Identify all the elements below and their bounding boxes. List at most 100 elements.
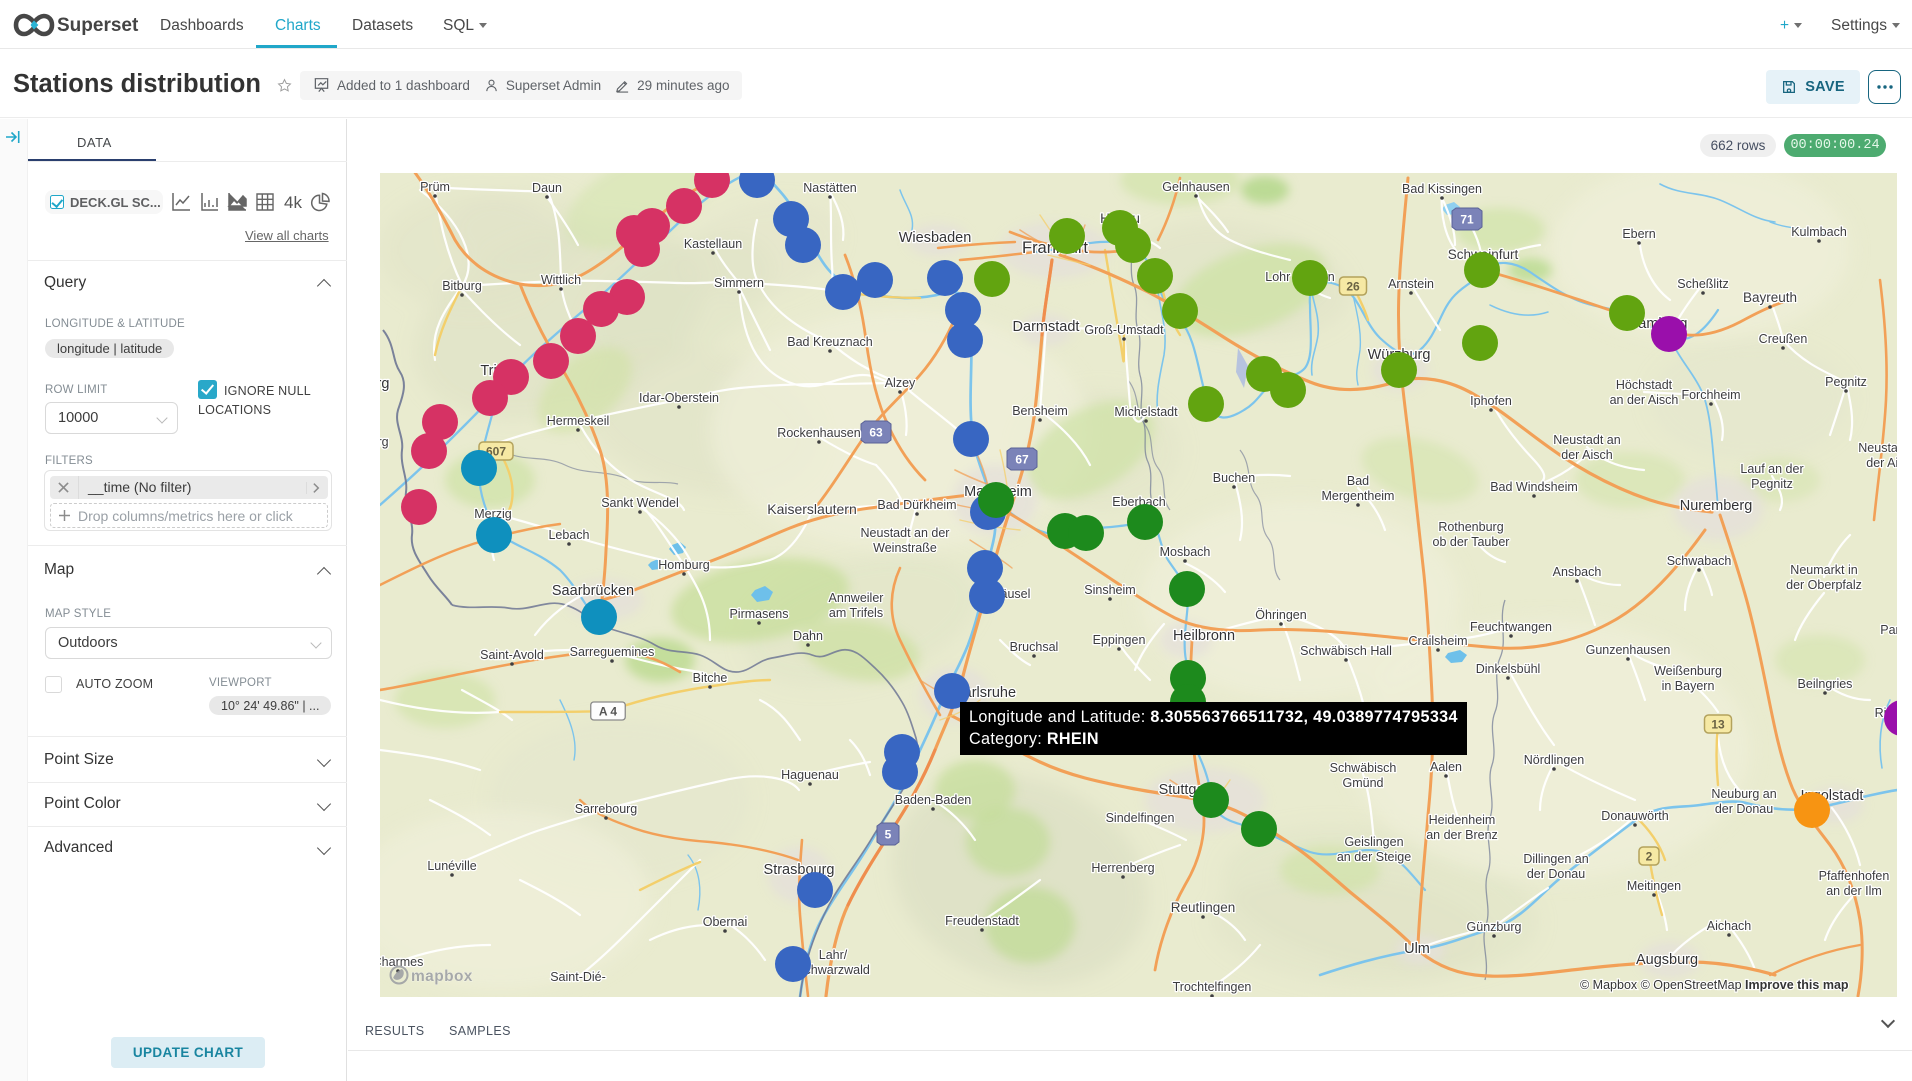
svg-text:Eppingen: Eppingen xyxy=(1093,633,1146,647)
svg-text:Geislingen: Geislingen xyxy=(1344,835,1403,849)
svg-text:Rothenburg: Rothenburg xyxy=(1438,520,1503,534)
svg-text:der Aisch: der Aisch xyxy=(1866,456,1897,470)
svg-text:Bruchsal: Bruchsal xyxy=(1010,640,1059,654)
svg-text:Kastellaun: Kastellaun xyxy=(684,237,742,251)
svg-text:Sarreguemines: Sarreguemines xyxy=(570,645,655,659)
svg-text:Pfaffenhofen: Pfaffenhofen xyxy=(1819,869,1890,883)
svg-text:Simmern: Simmern xyxy=(714,276,764,290)
svg-text:Groß-Umstadt: Groß-Umstadt xyxy=(1084,323,1164,337)
svg-text:Alzey: Alzey xyxy=(885,376,916,390)
svg-text:Crailsheim: Crailsheim xyxy=(1408,634,1467,648)
svg-text:Pirmasens: Pirmasens xyxy=(729,607,788,621)
svg-text:Buchen: Buchen xyxy=(1213,471,1255,485)
svg-text:Bad Kissingen: Bad Kissingen xyxy=(1402,182,1482,196)
svg-text:67: 67 xyxy=(1015,453,1029,467)
svg-text:Schwäbisch: Schwäbisch xyxy=(1330,761,1397,775)
svg-text:Prüm: Prüm xyxy=(420,180,450,194)
svg-text:Schwabach: Schwabach xyxy=(1667,554,1732,568)
svg-text:© Mapbox © OpenStreetMap Impro: © Mapbox © OpenStreetMap Improve this ma… xyxy=(1580,978,1849,992)
svg-text:Kaiserslautern: Kaiserslautern xyxy=(767,501,857,517)
svg-text:an der Ilm: an der Ilm xyxy=(1826,884,1882,898)
svg-text:Dinkelsbühl: Dinkelsbühl xyxy=(1476,662,1541,676)
svg-text:der Donau: der Donau xyxy=(1715,802,1773,816)
svg-text:der Oberpfalz: der Oberpfalz xyxy=(1786,578,1862,592)
svg-text:Par: Par xyxy=(1880,623,1897,637)
svg-text:26: 26 xyxy=(1346,280,1360,294)
svg-text:Pegnitz: Pegnitz xyxy=(1825,375,1867,389)
svg-text:Hermeskeil: Hermeskeil xyxy=(547,414,610,428)
svg-text:Kulmbach: Kulmbach xyxy=(1791,225,1847,239)
svg-text:Neumarkt in: Neumarkt in xyxy=(1790,563,1857,577)
svg-text:Sankt Wendel: Sankt Wendel xyxy=(601,496,679,510)
svg-text:13: 13 xyxy=(1711,718,1725,732)
svg-text:Meitingen: Meitingen xyxy=(1627,879,1681,893)
svg-text:Reutlingen: Reutlingen xyxy=(1171,900,1236,915)
svg-text:der Aisch: der Aisch xyxy=(1561,448,1612,462)
svg-text:Neustadt an der: Neustadt an der xyxy=(861,526,950,540)
svg-text:am Trifels: am Trifels xyxy=(829,606,883,620)
svg-text:Günzburg: Günzburg xyxy=(1467,920,1522,934)
svg-text:Pegnitz: Pegnitz xyxy=(1751,477,1793,491)
svg-text:Lebach: Lebach xyxy=(548,528,589,542)
svg-text:Daun: Daun xyxy=(532,181,562,195)
svg-text:Neustadt an: Neustadt an xyxy=(1553,433,1620,447)
svg-text:Lauf an der: Lauf an der xyxy=(1740,462,1803,476)
svg-text:Mosbach: Mosbach xyxy=(1160,545,1211,559)
svg-text:Annweiler: Annweiler xyxy=(829,591,884,605)
svg-text:Saint-Dié-: Saint-Dié- xyxy=(550,970,606,984)
svg-text:Dahn: Dahn xyxy=(793,629,823,643)
svg-text:Dillingen an: Dillingen an xyxy=(1523,852,1588,866)
svg-text:Homburg: Homburg xyxy=(658,558,709,572)
svg-text:Lunéville: Lunéville xyxy=(427,859,476,873)
svg-text:ob der Tauber: ob der Tauber xyxy=(1433,535,1510,549)
svg-text:Donauwörth: Donauwörth xyxy=(1601,809,1668,823)
svg-text:Bitburg: Bitburg xyxy=(442,279,482,293)
svg-text:an der Aisch: an der Aisch xyxy=(1610,393,1679,407)
svg-text:Bensheim: Bensheim xyxy=(1012,404,1068,418)
svg-text:Rockenhausen: Rockenhausen xyxy=(777,426,860,440)
svg-text:Wiesbaden: Wiesbaden xyxy=(899,230,972,246)
svg-text:Weinstraße: Weinstraße xyxy=(873,541,937,555)
svg-text:der Donau: der Donau xyxy=(1527,867,1585,881)
svg-text:Sinsheim: Sinsheim xyxy=(1084,583,1135,597)
svg-text:Trochtelfingen: Trochtelfingen xyxy=(1173,980,1252,994)
svg-text:Bitche: Bitche xyxy=(693,671,728,685)
svg-text:Bad Windsheim: Bad Windsheim xyxy=(1490,480,1578,494)
svg-text:Nastätten: Nastätten xyxy=(803,181,857,195)
svg-text:Schwäbisch Hall: Schwäbisch Hall xyxy=(1300,644,1392,658)
svg-text:Baden-Baden: Baden-Baden xyxy=(895,793,972,807)
svg-text:an der Brenz: an der Brenz xyxy=(1426,828,1498,842)
svg-text:2: 2 xyxy=(1646,850,1653,864)
svg-text:Nördlingen: Nördlingen xyxy=(1524,753,1585,767)
svg-text:4k: 4k xyxy=(284,193,302,212)
svg-text:Creußen: Creußen xyxy=(1759,332,1808,346)
svg-text:Bayreuth: Bayreuth xyxy=(1743,290,1797,305)
svg-text:Mergentheim: Mergentheim xyxy=(1322,489,1395,503)
svg-text:Sarrebourg: Sarrebourg xyxy=(575,802,638,816)
svg-text:Augsburg: Augsburg xyxy=(1636,952,1698,968)
svg-text:71: 71 xyxy=(1460,213,1474,227)
svg-text:Saint-Avold: Saint-Avold xyxy=(480,648,544,662)
svg-text:Bad: Bad xyxy=(1347,474,1369,488)
svg-text:Bad Kreuznach: Bad Kreuznach xyxy=(787,335,873,349)
svg-text:Aalen: Aalen xyxy=(1430,760,1462,774)
svg-text:Arnstein: Arnstein xyxy=(1388,277,1434,291)
svg-text:63: 63 xyxy=(869,426,883,440)
svg-text:Iphofen: Iphofen xyxy=(1470,394,1512,408)
svg-text:Weißenburg: Weißenburg xyxy=(1654,664,1722,678)
svg-text:Ulm: Ulm xyxy=(1404,941,1430,957)
svg-text:Darmstadt: Darmstadt xyxy=(1013,319,1080,335)
svg-text:Ansbach: Ansbach xyxy=(1553,565,1602,579)
svg-text:Herrenberg: Herrenberg xyxy=(1091,861,1154,875)
svg-text:Ebern: Ebern xyxy=(1622,227,1655,241)
svg-text:Feuchtwangen: Feuchtwangen xyxy=(1470,620,1552,634)
svg-text:Öhringen: Öhringen xyxy=(1255,608,1306,622)
svg-text:Gmünd: Gmünd xyxy=(1343,776,1384,790)
svg-text:Gelnhausen: Gelnhausen xyxy=(1162,180,1229,194)
svg-text:Heilbronn: Heilbronn xyxy=(1173,628,1235,644)
svg-text:Aichach: Aichach xyxy=(1707,919,1752,933)
svg-text:Scheßlitz: Scheßlitz xyxy=(1677,277,1728,291)
svg-text:Lahr/: Lahr/ xyxy=(819,948,848,962)
svg-text:an der Steige: an der Steige xyxy=(1337,850,1411,864)
svg-text:Haguenau: Haguenau xyxy=(781,768,839,782)
